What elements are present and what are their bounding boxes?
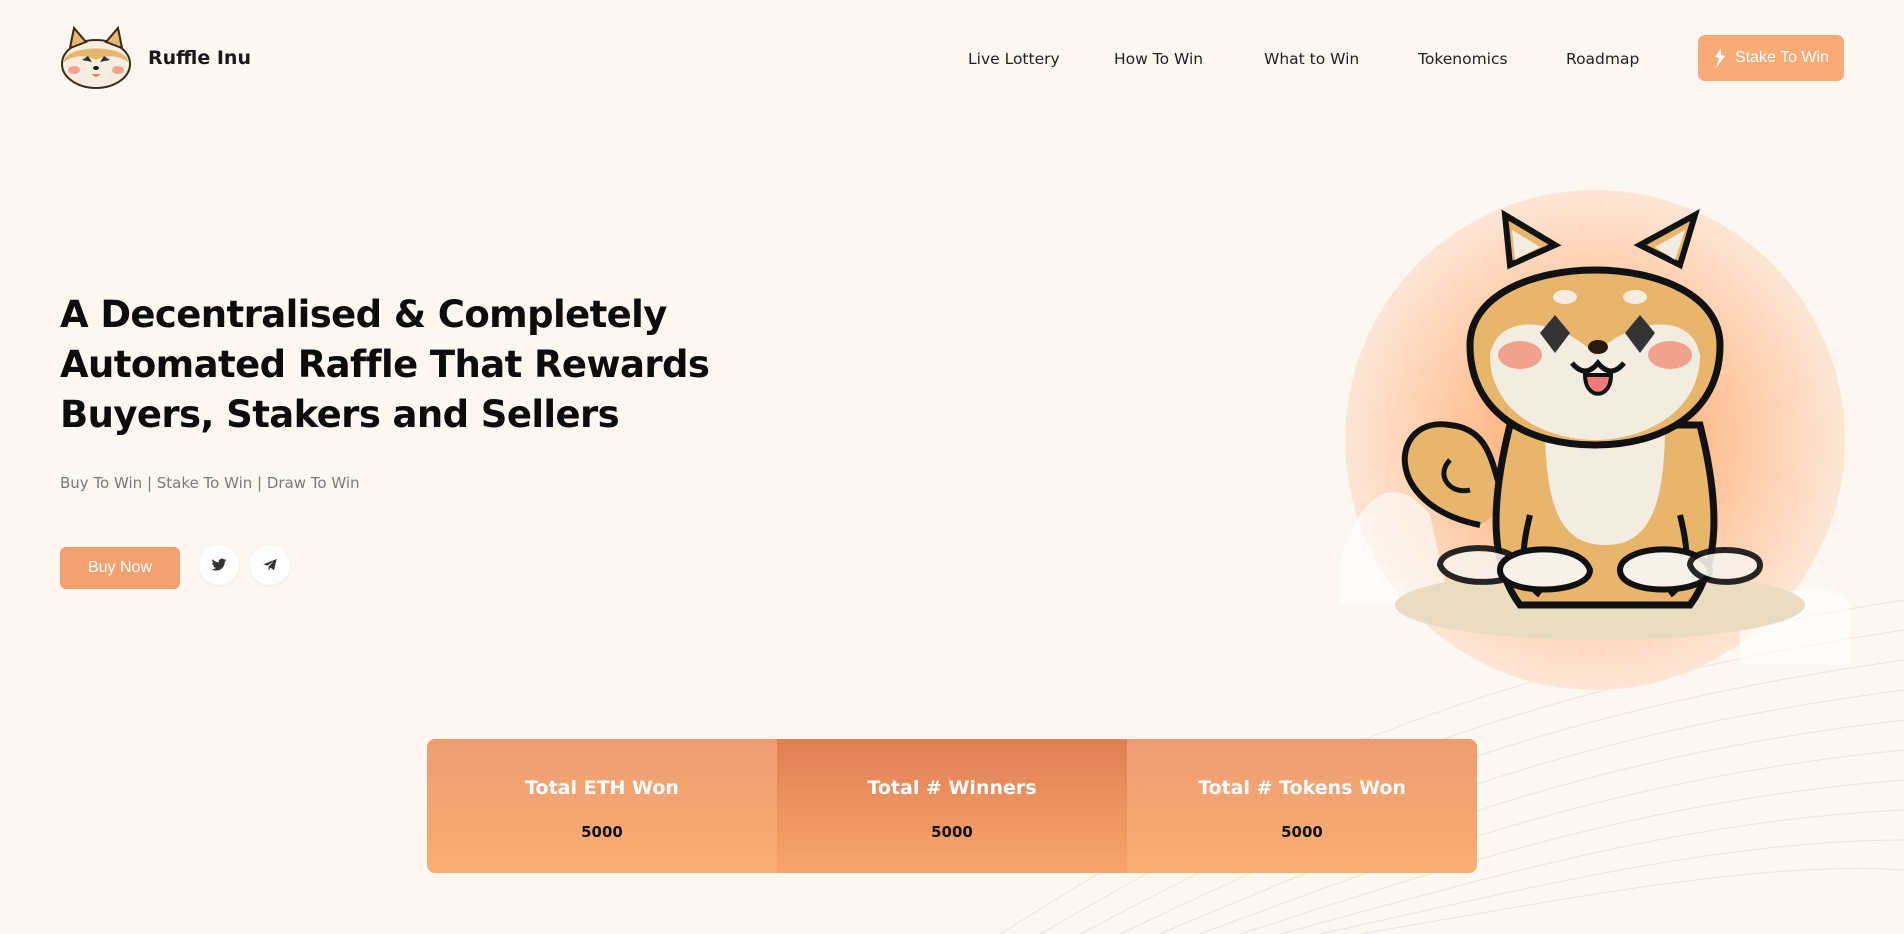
stat-value: 5000 bbox=[581, 823, 623, 841]
stat-value: 5000 bbox=[931, 823, 973, 841]
stats-panel: Total ETH Won 5000 Total # Winners 5000 … bbox=[427, 739, 1477, 873]
twitter-icon bbox=[211, 558, 227, 571]
stat-value: 5000 bbox=[1281, 823, 1323, 841]
brand-logo[interactable]: Ruffle Inu bbox=[60, 26, 251, 90]
hero-title: A Decentralised & Completely Automated R… bbox=[60, 290, 780, 440]
stat-label: Total # Winners bbox=[867, 777, 1037, 799]
nav-item-what-to-win[interactable]: What to Win bbox=[1264, 50, 1359, 68]
shiba-logo-icon bbox=[61, 26, 131, 89]
hero-title-line-1: A Decentralised & Completely bbox=[60, 293, 667, 336]
bolt-icon bbox=[1715, 48, 1726, 68]
buy-now-button[interactable]: Buy Now bbox=[60, 547, 180, 589]
brand-name: Ruffle Inu bbox=[148, 47, 251, 69]
stake-to-win-button[interactable]: Stake To Win bbox=[1698, 35, 1844, 81]
stat-total-eth-won: Total ETH Won 5000 bbox=[427, 739, 777, 873]
nav-item-roadmap[interactable]: Roadmap bbox=[1566, 50, 1639, 68]
hero-title-line-2: Automated Raffle That Rewards bbox=[60, 343, 710, 386]
telegram-icon bbox=[263, 559, 277, 571]
stat-total-winners: Total # Winners 5000 bbox=[777, 739, 1127, 873]
telegram-button[interactable] bbox=[250, 545, 290, 585]
stat-label: Total ETH Won bbox=[525, 777, 679, 799]
stat-label: Total # Tokens Won bbox=[1198, 777, 1406, 799]
nav-item-tokenomics[interactable]: Tokenomics bbox=[1418, 50, 1508, 68]
hero-title-line-3: Buyers, Stakers and Sellers bbox=[60, 393, 620, 436]
nav-item-how-to-win[interactable]: How To Win bbox=[1114, 50, 1203, 68]
twitter-button[interactable] bbox=[199, 545, 239, 585]
stake-to-win-label: Stake To Win bbox=[1735, 49, 1829, 66]
shiba-mascot-illustration bbox=[1340, 190, 1850, 690]
nav-item-live-lottery[interactable]: Live Lottery bbox=[968, 50, 1060, 68]
hero-subtitle: Buy To Win | Stake To Win | Draw To Win bbox=[60, 474, 360, 492]
stat-total-tokens-won: Total # Tokens Won 5000 bbox=[1127, 739, 1477, 873]
